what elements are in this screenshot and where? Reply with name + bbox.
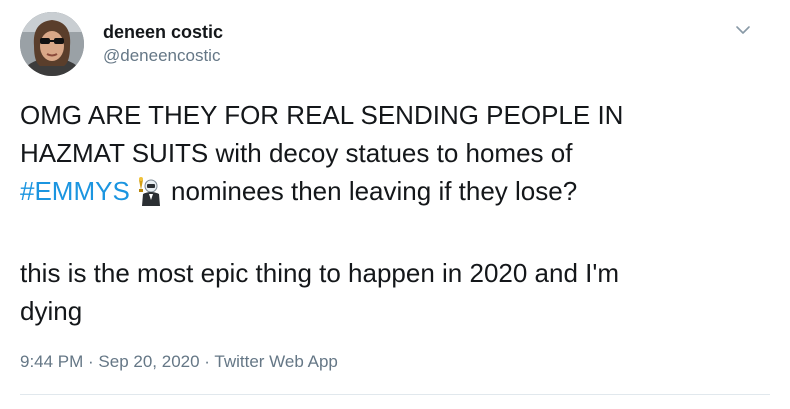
- avatar[interactable]: [20, 12, 84, 76]
- author-handle[interactable]: @deneencostic: [103, 46, 220, 66]
- tweet-paragraph-2-line-1: this is the most epic thing to happen in…: [20, 258, 620, 288]
- tweet-time[interactable]: 9:44 PM: [20, 352, 83, 371]
- tweet-paragraph-2-line-2: dying: [20, 296, 83, 326]
- emmy-trophy-icon: [132, 176, 162, 216]
- hashtag-link-emmys[interactable]: #EMMYS: [20, 176, 130, 206]
- tweet-line-1: OMG ARE THEY FOR REAL SENDING PEOPLE IN: [20, 100, 624, 130]
- tweet-line-3: #EMMYS nominees then leaving if they los…: [20, 172, 760, 216]
- author-display-name[interactable]: deneen costic: [103, 22, 223, 42]
- tweet-line-3-rest: nominees then leaving if they lose?: [163, 176, 578, 206]
- tweet-line-2: HAZMAT SUITS with decoy statues to homes…: [20, 138, 573, 168]
- avatar-photo: [20, 12, 84, 76]
- meta-separator: ·: [83, 352, 99, 371]
- meta-separator: ·: [199, 352, 215, 371]
- tweet-meta: 9:44 PM · Sep 20, 2020 · Twitter Web App: [20, 351, 338, 373]
- divider: [20, 394, 770, 395]
- tweet-text: OMG ARE THEY FOR REAL SENDING PEOPLE IN …: [20, 96, 760, 330]
- tweet-date[interactable]: Sep 20, 2020: [98, 352, 199, 371]
- tweet-card: deneen costic @deneencostic OMG ARE THEY…: [0, 0, 790, 409]
- tweet-source[interactable]: Twitter Web App: [214, 352, 337, 371]
- chevron-down-icon[interactable]: [733, 20, 753, 40]
